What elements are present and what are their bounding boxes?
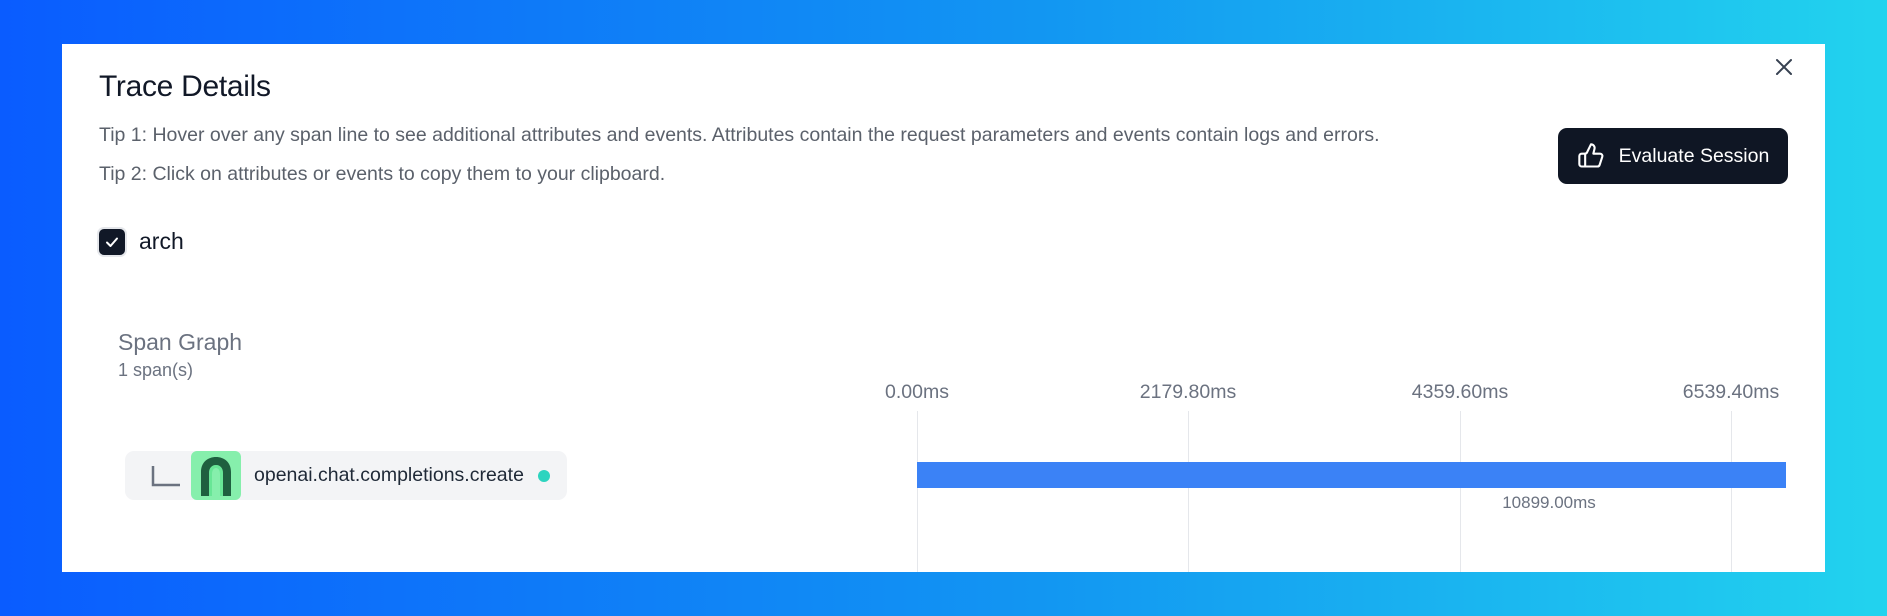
trace-details-modal: Trace Details Tip 1: Hover over any span… xyxy=(62,44,1825,572)
arch-checkbox-label: arch xyxy=(139,228,184,254)
arch-filter: arch xyxy=(99,228,184,255)
tick-label: 2179.80ms xyxy=(1139,381,1237,403)
arch-logo-icon xyxy=(201,456,231,496)
thumbs-up-icon xyxy=(1577,143,1604,168)
grid-line xyxy=(1188,411,1189,572)
span-name: openai.chat.completions.create xyxy=(254,464,524,486)
tick-label: 6539.40ms xyxy=(1682,381,1780,403)
span-count: 1 span(s) xyxy=(118,360,194,380)
status-dot xyxy=(537,469,550,482)
modal-title: Trace Details xyxy=(99,70,271,103)
tree-connector-icon xyxy=(151,465,180,486)
span-row[interactable]: openai.chat.completions.create xyxy=(125,451,567,500)
grid-line xyxy=(917,411,918,572)
arch-checkbox[interactable] xyxy=(99,228,125,255)
close-button[interactable] xyxy=(1771,54,1797,80)
evaluate-session-label: Evaluate Session xyxy=(1618,144,1770,167)
arch-logo xyxy=(191,451,241,500)
close-icon xyxy=(1776,59,1792,75)
tick-label: 0.00ms xyxy=(885,381,949,403)
span-bar[interactable] xyxy=(917,462,1786,488)
tick-label: 4359.60ms xyxy=(1411,381,1509,403)
grid-line xyxy=(1731,411,1732,572)
checkmark-icon xyxy=(106,237,118,247)
span-graph-title: Span Graph xyxy=(118,329,243,355)
tip-1: Tip 1: Hover over any span line to see a… xyxy=(99,124,1380,146)
evaluate-session-button[interactable]: Evaluate Session xyxy=(1558,128,1788,184)
grid-line xyxy=(1460,411,1461,572)
tip-2: Tip 2: Click on attributes or events to … xyxy=(99,163,666,185)
span-duration: 10899.00ms xyxy=(1502,493,1596,512)
